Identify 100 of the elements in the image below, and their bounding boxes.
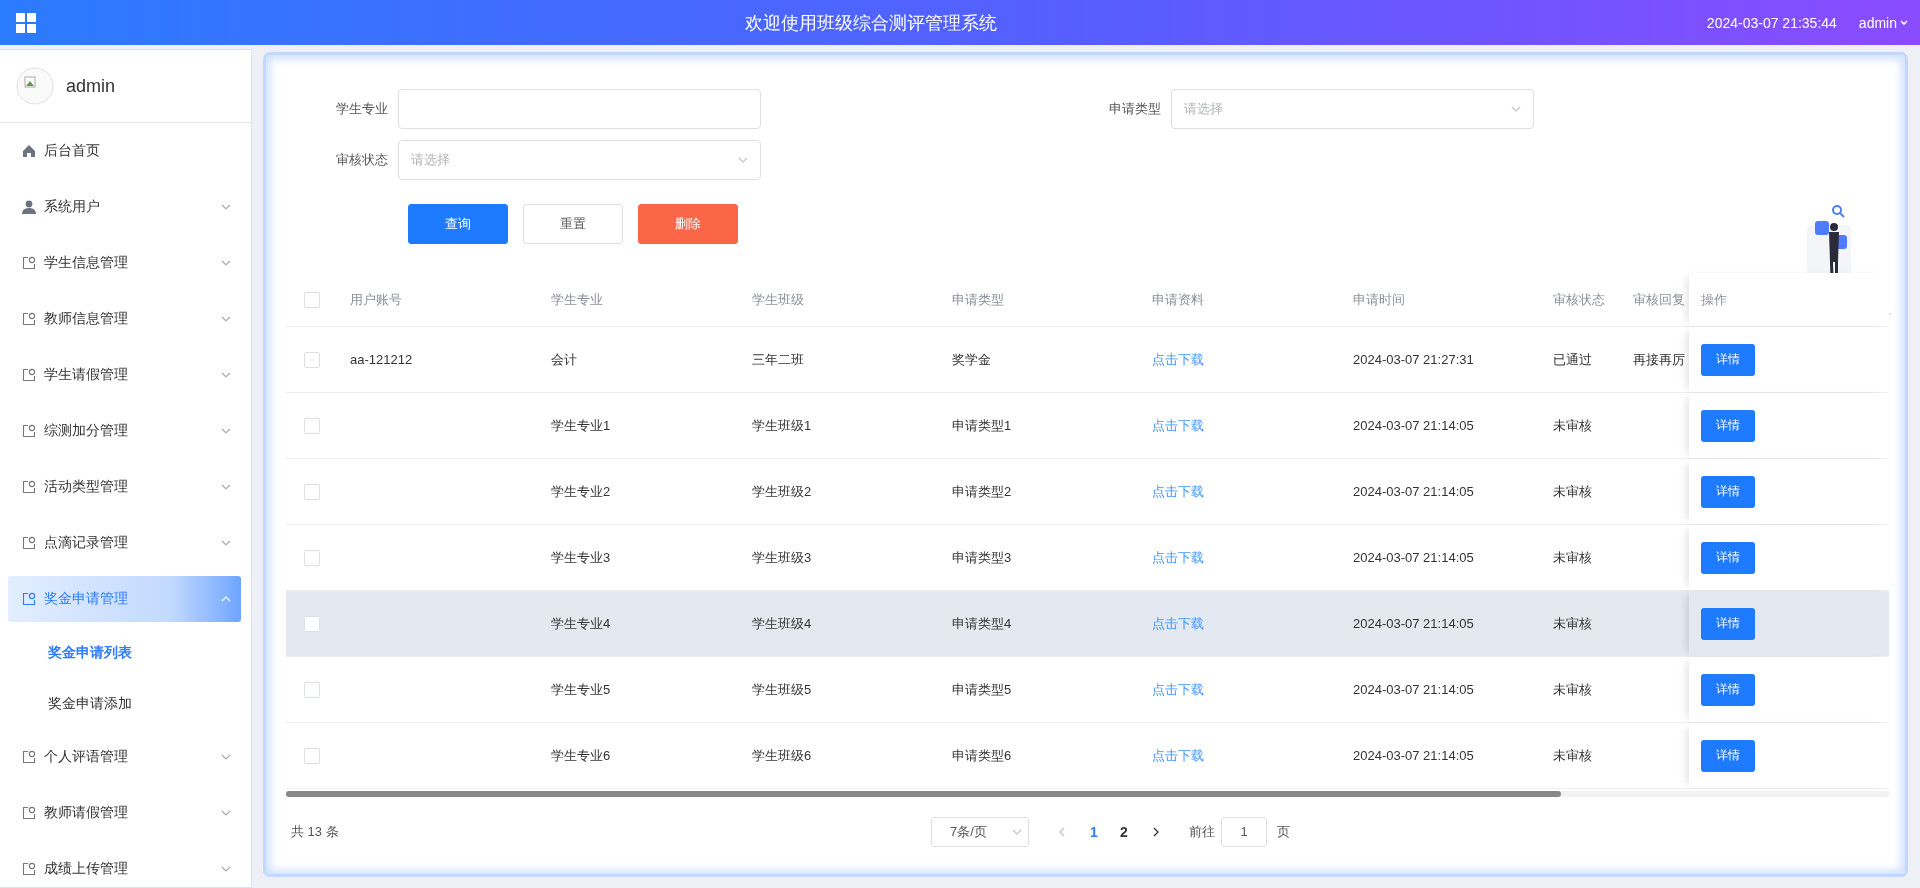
chevron-up-icon [221,596,231,602]
details-button[interactable]: 详情 [1701,409,1755,442]
scrollbar-thumb[interactable] [286,791,1561,797]
reset-button[interactable]: 重置 [523,204,623,244]
chevron-down-icon [221,866,231,872]
chevron-down-icon [1511,106,1521,112]
table-row[interactable]: 学生专业3 学生班级3 申请类型3 点击下载 2024-03-07 21:14:05 未审核 详情 [286,525,1889,591]
document-icon [22,312,36,326]
menu-item[interactable]: 活动类型管理 [0,459,251,515]
menu-item[interactable]: 学生请假管理 [0,347,251,403]
details-button[interactable]: 详情 [1701,475,1755,508]
menu-item[interactable]: 综测加分管理 [0,403,251,459]
chevron-down-icon [221,260,231,266]
table-row[interactable]: aa-121212 会计 三年二班 奖学金 点击下载 2024-03-07 21:27:31 已通过 再接再厉 详情 [286,327,1889,393]
table-cell-text: 未审核 [1553,614,1593,633]
table-row[interactable]: 学生专业6 学生班级6 申请类型6 点击下载 2024-03-07 21:14:05 未审核 详情 [286,723,1889,789]
table-cell-text: 未审核 [1553,548,1593,567]
checkbox[interactable] [304,417,320,434]
details-button[interactable]: 详情 [1701,607,1755,640]
table-cell-text: 申请类型4 [952,614,1013,633]
submenu-item[interactable]: 奖金申请添加 [0,678,251,729]
chevron-right-icon[interactable] [1153,827,1159,837]
chevron-down-icon [221,316,231,322]
column-header: 申请时间 [1353,290,1406,309]
menu-item[interactable]: 系统用户 [0,179,251,235]
details-button[interactable]: 详情 [1701,739,1755,772]
checkbox[interactable] [304,681,320,698]
checkbox[interactable] [304,549,320,566]
chevron-down-icon [738,157,748,163]
chevron-down-icon [221,372,231,378]
document-icon [22,368,36,382]
document-icon [22,536,36,550]
avatar-icon [16,67,54,105]
table-cell-text: 学生专业5 [551,680,612,699]
checkbox[interactable] [304,615,320,632]
document-icon [22,480,36,494]
column-header: 申请类型 [952,290,1005,309]
table-cell-text: 申请类型6 [952,746,1013,765]
document-icon [22,424,36,438]
table-cell-text: 学生班级3 [752,548,813,567]
page-input[interactable]: 1 [1221,817,1267,847]
field-label: 学生专业 [335,100,388,118]
menu-item[interactable]: 成绩上传管理 [0,841,251,887]
table-cell-text: aa-121212 [350,352,414,367]
chevron-down-icon [221,428,231,434]
chevron-left-icon[interactable] [1059,827,1065,837]
table-row[interactable]: 学生专业4 学生班级4 申请类型4 点击下载 2024-03-07 21:14:05 未审核 详情 [286,591,1889,657]
menu-item[interactable]: 教师信息管理 [0,291,251,347]
page-size-select[interactable]: 7条/页 [931,817,1029,847]
table-row[interactable]: 学生专业5 学生班级5 申请类型5 点击下载 2024-03-07 21:14:05 未审核 详情 [286,657,1889,723]
input-field[interactable] [398,89,761,129]
menu-item[interactable]: 教师请假管理 [0,785,251,841]
table-cell-text: 2024-03-07 21:27:31 [1353,352,1475,367]
page-number[interactable]: 1 [1079,824,1109,840]
user-menu[interactable]: admin [1858,14,1908,31]
page-suffix: 页 [1277,823,1290,841]
menu-item[interactable]: 个人评语管理 [0,729,251,785]
table-row[interactable]: 学生专业2 学生班级2 申请类型2 点击下载 2024-03-07 21:14:05 未审核 详情 [286,459,1889,525]
menu-item[interactable]: 点滴记录管理 [0,515,251,571]
table-cell-text: 2024-03-07 21:14:05 [1353,748,1475,763]
search-button[interactable]: 查询 [408,204,508,244]
horizontal-scrollbar[interactable] [286,791,1889,797]
details-button[interactable]: 详情 [1701,541,1755,574]
column-header: 审核状态 [1553,290,1606,309]
chevron-down-icon [221,810,231,816]
checkbox[interactable] [304,291,320,308]
menu-item[interactable]: 学生信息管理 [0,235,251,291]
table-cell-text: 未审核 [1553,680,1593,699]
table-cell-text: 奖学金 [952,350,992,369]
column-header: 操作 [1689,273,1889,326]
column-header: 审核回复 [1633,290,1686,309]
details-button[interactable]: 详情 [1701,673,1755,706]
table-row[interactable]: 学生专业1 学生班级1 申请类型1 点击下载 2024-03-07 21:14:05 未审核 详情 [286,393,1889,459]
document-icon [22,862,36,876]
checkbox[interactable] [304,747,320,764]
table-cell-text: 申请类型1 [952,416,1013,435]
submenu-item[interactable]: 奖金申请列表 [0,627,251,678]
table-cell-text: 会计 [551,350,578,369]
caret-icon [1900,19,1908,26]
chevron-down-icon [221,484,231,490]
user-name: admin [66,75,116,97]
checkbox[interactable] [304,351,320,368]
checkbox[interactable] [304,483,320,500]
field-label: 申请类型 [1109,100,1161,118]
menu-item[interactable]: 后台首页 [0,123,251,179]
column-header: 学生班级 [752,290,805,309]
table-cell-text: 申请类型5 [952,680,1013,699]
user-name: admin [1858,14,1897,31]
table-cell-text: 学生专业1 [551,416,612,435]
grid-menu-icon[interactable] [16,12,36,33]
details-button[interactable]: 详情 [1701,343,1755,376]
table-cell-text: 学生班级6 [752,746,813,765]
table-cell-text: 2024-03-07 21:14:05 [1353,616,1475,631]
table-cell-text: 学生专业6 [551,746,612,765]
table-cell-text: 学生班级2 [752,482,813,501]
table-cell-text: 2024-03-07 21:14:05 [1353,484,1475,499]
table-cell-text: 学生班级4 [752,614,813,633]
table-cell-text: 学生专业4 [551,614,612,633]
page-number[interactable]: 2 [1109,824,1139,840]
table-cell-text: 2024-03-07 21:14:05 [1353,550,1475,565]
